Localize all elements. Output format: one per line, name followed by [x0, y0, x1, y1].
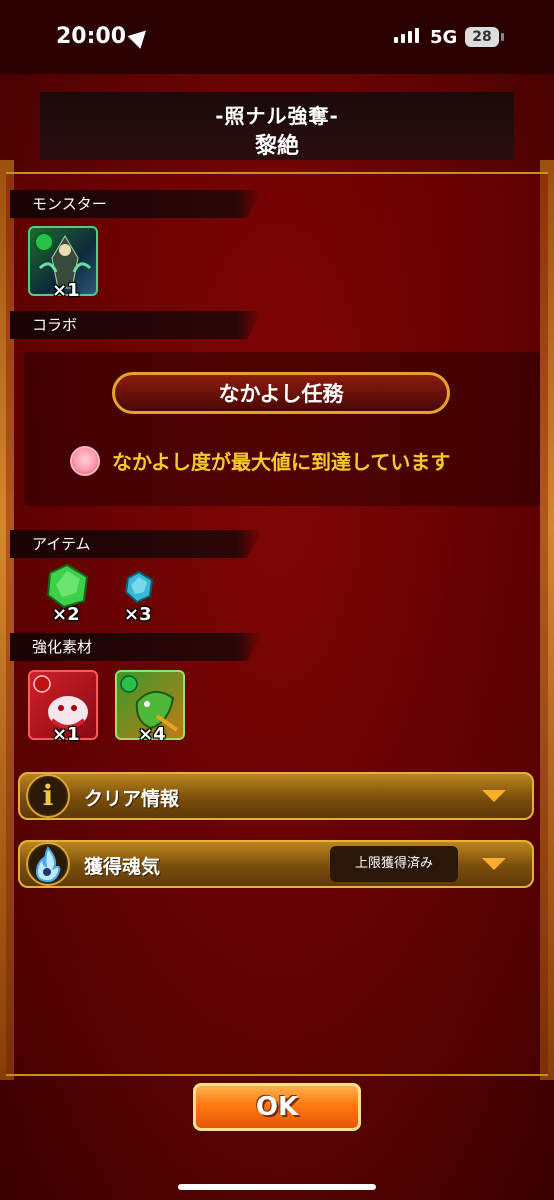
- location-arrow-icon: [127, 24, 153, 49]
- cellular-signal-icon: [394, 28, 419, 43]
- quest-title: -照ナル強奪-: [215, 104, 339, 128]
- status-time: 20:00: [56, 24, 127, 49]
- result-panel: [6, 172, 548, 1076]
- status-bar: 20:00 5G 28: [0, 0, 554, 74]
- home-indicator[interactable]: [178, 1184, 376, 1190]
- green-crystal-count: ×2: [52, 604, 80, 625]
- character-avatar-icon: [70, 446, 100, 476]
- network-type: 5G: [430, 27, 458, 48]
- quest-difficulty: 黎絶: [254, 134, 299, 159]
- info-icon: i: [26, 774, 70, 818]
- blue-crystal-icon[interactable]: [122, 570, 156, 604]
- section-label-materials: 強化素材: [10, 633, 262, 661]
- status-badge: 上限獲得済み: [330, 846, 458, 882]
- collab-status-message: なかよし度が最大値に到達しています: [112, 450, 451, 474]
- red-material-count: ×1: [52, 724, 80, 745]
- soul-gain-label: 獲得魂気: [84, 856, 161, 878]
- battery-level: 28: [472, 29, 492, 45]
- chevron-down-icon: [482, 790, 506, 802]
- ok-button[interactable]: OK: [193, 1083, 361, 1131]
- flame-shape-icon: [35, 846, 61, 883]
- soul-gain-accordion[interactable]: 獲得魂気 上限獲得済み: [18, 840, 534, 888]
- green-material-count: ×4: [138, 724, 166, 745]
- section-label-monster: モンスター: [10, 190, 262, 218]
- chevron-down-icon: [482, 858, 506, 870]
- battery-tip: [501, 33, 504, 41]
- section-label-items: アイテム: [10, 530, 262, 558]
- green-crystal-icon[interactable]: [42, 563, 92, 609]
- battery-icon: 28: [465, 27, 499, 47]
- section-label-collab: コラボ: [10, 311, 262, 339]
- soul-flame-icon: [26, 842, 70, 886]
- nakayoshi-mission-button[interactable]: なかよし任務: [112, 372, 450, 414]
- blue-crystal-count: ×3: [124, 604, 152, 625]
- monster-count: ×1: [52, 280, 80, 301]
- clear-info-label: クリア情報: [84, 788, 180, 810]
- clear-info-accordion[interactable]: i クリア情報: [18, 772, 534, 820]
- quest-header: -照ナル強奪- 黎絶: [40, 92, 514, 160]
